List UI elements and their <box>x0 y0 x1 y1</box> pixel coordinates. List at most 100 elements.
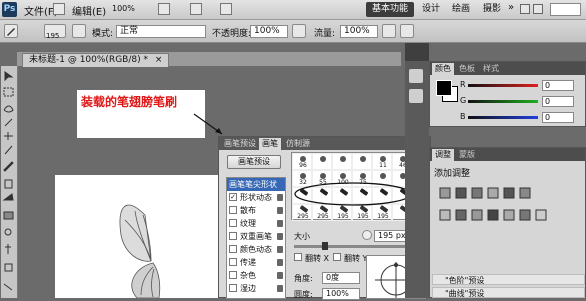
channel-slider-b[interactable] <box>468 116 538 119</box>
menu-edit[interactable]: 编辑(E) <box>72 3 106 18</box>
shape-tool-icon[interactable] <box>4 262 14 272</box>
bridge-icon[interactable] <box>53 3 65 15</box>
brush-option-1[interactable]: ✓ 形状动态 <box>227 191 285 204</box>
tab-masks[interactable]: 蒙版 <box>456 149 478 161</box>
reset-size-icon[interactable] <box>362 230 372 240</box>
brush-option-5[interactable]: 颜色动态 <box>227 243 285 256</box>
eyedropper-tool-icon[interactable] <box>4 146 14 156</box>
brush-tip-cell[interactable] <box>352 153 372 170</box>
quick-select-tool-icon[interactable] <box>4 120 14 130</box>
actions-icon[interactable] <box>409 89 423 103</box>
brush-option-checkbox[interactable] <box>229 232 237 240</box>
brush-tip-cell[interactable]: 11 <box>372 153 392 170</box>
pressure-opacity-icon[interactable] <box>292 24 306 38</box>
channel-value-r[interactable]: 0 <box>542 80 574 91</box>
pen-tool-icon[interactable] <box>4 244 14 254</box>
view-extras-icon[interactable] <box>190 3 202 15</box>
zoom-level[interactable]: 100% <box>112 4 135 13</box>
lock-icon[interactable] <box>277 272 283 279</box>
brush-option-checkbox[interactable] <box>229 219 237 227</box>
lock-icon[interactable] <box>277 285 283 292</box>
opacity-input[interactable]: 100% <box>250 25 288 38</box>
angle-input[interactable]: 0度 <box>322 272 360 284</box>
brush-option-checkbox[interactable] <box>229 284 237 292</box>
channel-slider-g[interactable] <box>468 100 538 103</box>
brush-presets-button[interactable]: 画笔预设 <box>227 155 281 169</box>
search-field[interactable] <box>550 3 581 16</box>
brush-option-checkbox[interactable] <box>229 258 237 266</box>
curves-presets-row[interactable]: "曲线"预设 <box>432 287 585 298</box>
brush-tip-cell[interactable]: 96 <box>292 153 312 170</box>
lock-icon[interactable] <box>277 233 283 240</box>
brush-option-2[interactable]: 散布 <box>227 204 285 217</box>
maximize-icon[interactable] <box>533 4 543 14</box>
more-workspaces[interactable]: » <box>508 2 514 13</box>
workspace-photography[interactable]: 摄影 <box>477 2 507 17</box>
brush-panel-toggle-icon[interactable] <box>72 24 86 38</box>
minimize-icon[interactable] <box>520 4 530 14</box>
move-tool-icon[interactable] <box>4 68 14 78</box>
lock-icon[interactable] <box>277 246 283 253</box>
stamp-tool-icon[interactable] <box>4 179 14 189</box>
brush-option-label: 纹理 <box>240 219 256 228</box>
adjustments-panel-tabbar: 调整 蒙版 <box>430 148 585 161</box>
pressure-size-icon[interactable] <box>400 24 414 38</box>
tab-clone-source[interactable]: 仿制源 <box>283 138 313 150</box>
airbrush-icon[interactable] <box>382 24 396 38</box>
brush-option-checkbox[interactable]: ✓ <box>229 193 237 201</box>
brush-option-6[interactable]: 传递 <box>227 256 285 269</box>
channel-value-b[interactable]: 0 <box>542 112 574 123</box>
size-slider[interactable] <box>294 245 414 248</box>
tab-brush-presets[interactable]: 画笔预设 <box>221 138 259 150</box>
hand-tool-icon[interactable] <box>158 3 170 15</box>
tab-styles[interactable]: 样式 <box>480 63 502 75</box>
brush-option-checkbox[interactable] <box>229 245 237 253</box>
lock-icon[interactable] <box>277 259 283 266</box>
brush-option-7[interactable]: 杂色 <box>227 269 285 282</box>
marquee-tool-icon[interactable] <box>4 86 14 96</box>
channel-slider-r[interactable] <box>468 84 538 87</box>
workspace-painting[interactable]: 绘画 <box>446 2 476 17</box>
tab-swatches[interactable]: 色板 <box>456 63 478 75</box>
roundness-input[interactable]: 100% <box>322 288 360 300</box>
brush-tool-icon[interactable] <box>4 162 14 172</box>
crop-tool-icon[interactable] <box>4 131 14 141</box>
brush-tip-cell[interactable] <box>312 153 332 170</box>
tab-color[interactable]: 颜色 <box>432 63 454 75</box>
flip-x-checkbox[interactable] <box>294 253 302 261</box>
lock-icon[interactable] <box>277 207 283 214</box>
tab-brush[interactable]: 画笔 <box>259 138 281 150</box>
brush-option-8[interactable]: 湿边 <box>227 282 285 295</box>
levels-presets-row[interactable]: "色阶"预设 <box>432 274 585 285</box>
brush-tool-preset-icon[interactable] <box>4 24 18 38</box>
type-tool-icon[interactable] <box>4 280 14 290</box>
document-canvas[interactable] <box>55 175 225 299</box>
brush-option-3[interactable]: 纹理 <box>227 217 285 230</box>
foreground-color-swatch[interactable] <box>436 80 452 96</box>
brush-option-4[interactable]: 双重画笔 <box>227 230 285 243</box>
workspace-essentials[interactable]: 基本功能 <box>366 2 415 17</box>
document-tab[interactable]: 未标题-1 @ 100%(RGB/8) * × <box>22 53 170 67</box>
eraser-tool-icon[interactable] <box>4 194 14 204</box>
mode-select[interactable]: 正常 <box>116 25 206 38</box>
tab-adjustments[interactable]: 调整 <box>432 149 454 161</box>
workspace-design[interactable]: 设计 <box>416 2 446 17</box>
brush-tip-cell[interactable] <box>332 153 352 170</box>
brush-option-0[interactable]: 画笔笔尖形状 <box>227 178 285 191</box>
lock-icon[interactable] <box>277 220 283 227</box>
size-slider-knob[interactable] <box>322 242 328 250</box>
lasso-tool-icon[interactable] <box>4 104 14 114</box>
gradient-tool-icon[interactable] <box>4 211 14 221</box>
brush-option-checkbox[interactable] <box>229 271 237 279</box>
dodge-tool-icon[interactable] <box>4 227 14 237</box>
close-tab-icon[interactable]: × <box>155 55 163 65</box>
brush-option-checkbox[interactable] <box>229 206 237 214</box>
dock-collapse-bar[interactable] <box>405 43 429 61</box>
history-icon[interactable] <box>409 69 423 83</box>
flip-y-checkbox[interactable] <box>333 253 341 261</box>
document-title: 未标题-1 @ 100%(RGB/8) * <box>29 55 148 65</box>
flow-input[interactable]: 100% <box>340 25 378 38</box>
lock-icon[interactable] <box>277 194 283 201</box>
channel-value-g[interactable]: 0 <box>542 96 574 107</box>
screen-mode-icon[interactable] <box>220 3 232 15</box>
